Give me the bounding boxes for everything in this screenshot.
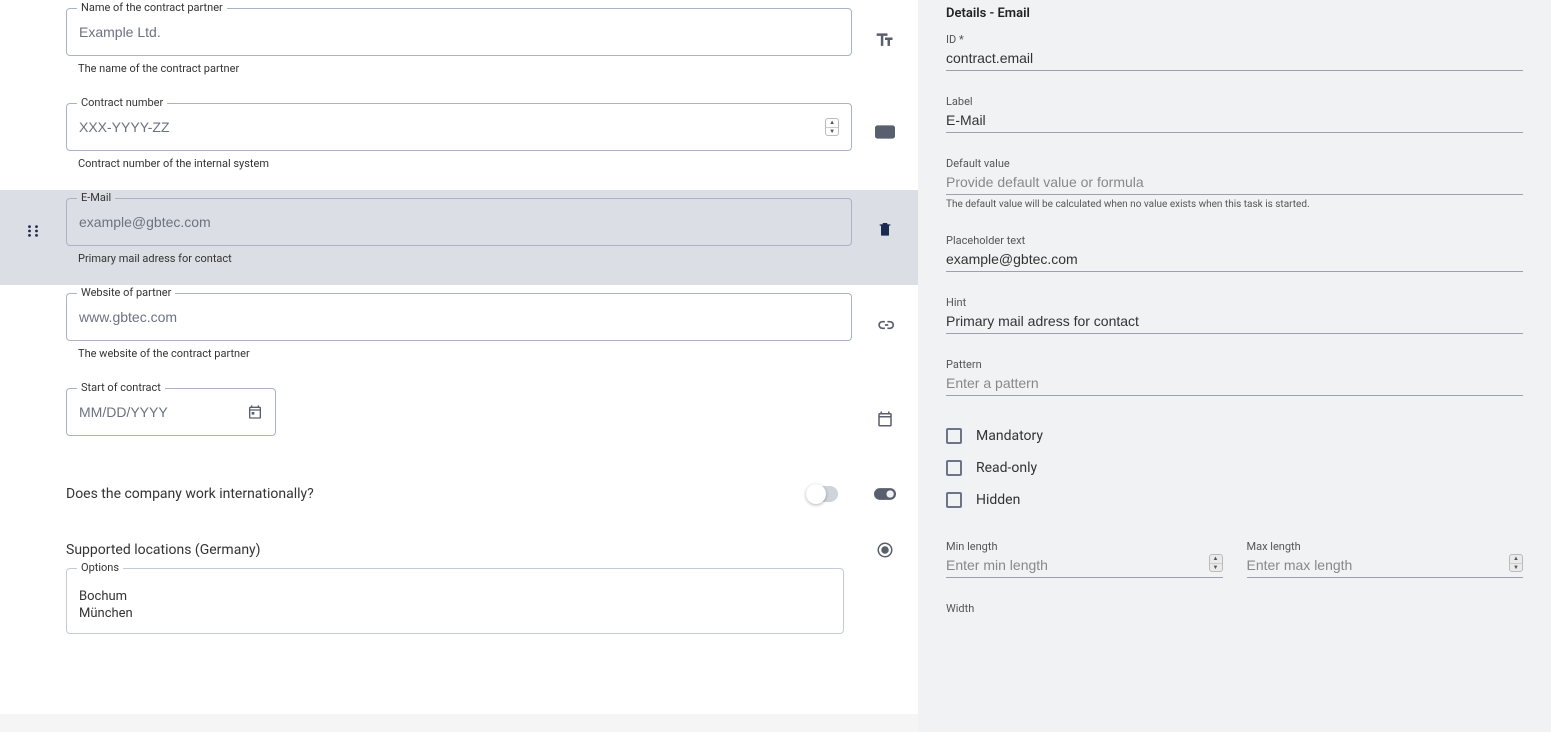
maxlength-spinner[interactable]: ▲▼ [1509, 554, 1523, 572]
number-spinner[interactable]: ▲▼ [825, 118, 839, 136]
label-input[interactable] [946, 108, 1523, 133]
email-input[interactable] [79, 214, 839, 230]
date-input[interactable] [79, 404, 247, 420]
field-hint: Contract number of the internal system [78, 157, 852, 170]
option-item: München [79, 606, 831, 623]
options-box[interactable]: Options Bochum München [66, 568, 844, 634]
details-panel: Details - Email ID * Label Default value… [918, 0, 1551, 732]
default-hint: The default value will be calculated whe… [946, 199, 1523, 210]
maxlength-input[interactable] [1247, 553, 1524, 578]
readonly-checkbox[interactable]: Read-only [946, 452, 1523, 484]
mandatory-checkbox[interactable]: Mandatory [946, 420, 1523, 452]
field-row-name[interactable]: Name of the contract partner The name of… [0, 0, 918, 95]
number-type-icon [875, 125, 895, 139]
link-type-icon [875, 315, 895, 335]
website-input[interactable] [79, 309, 839, 325]
details-title: Details - Email [946, 0, 1523, 33]
field-hint: Primary mail adress for contact [78, 252, 852, 265]
field-row-email[interactable]: E-Mail Primary mail adress for contact [0, 190, 918, 285]
contract-number-input[interactable] [79, 119, 825, 135]
minlength-input[interactable] [946, 553, 1223, 578]
id-input[interactable] [946, 46, 1523, 71]
field-label: Website of partner [77, 286, 175, 299]
radio-type-icon [876, 541, 894, 559]
id-label: ID * [946, 33, 1523, 46]
form-canvas: Name of the contract partner The name of… [0, 0, 918, 714]
hint-input[interactable] [946, 309, 1523, 334]
field-label: Name of the contract partner [77, 1, 227, 14]
minlength-spinner[interactable]: ▲▼ [1209, 554, 1223, 572]
label-label: Label [946, 95, 1523, 108]
default-input[interactable] [946, 170, 1523, 195]
text-type-icon [875, 30, 895, 50]
maxlength-label: Max length [1247, 540, 1524, 553]
field-label: E-Mail [77, 191, 115, 204]
question-text: Does the company work internationally? [66, 486, 806, 502]
locations-section-header: Supported locations (Germany) [0, 532, 852, 568]
options-label: Options [77, 561, 123, 574]
calendar-picker-icon[interactable] [247, 404, 263, 420]
placeholder-input[interactable] [946, 247, 1523, 272]
field-label: Contract number [77, 96, 167, 109]
pattern-label: Pattern [946, 358, 1523, 371]
width-label: Width [946, 602, 1523, 615]
field-hint: The name of the contract partner [78, 62, 852, 75]
field-row-international-question[interactable]: Does the company work internationally? [0, 456, 918, 532]
pattern-input[interactable] [946, 371, 1523, 396]
toggle-type-icon [874, 487, 896, 501]
hidden-checkbox[interactable]: Hidden [946, 484, 1523, 516]
drag-handle-icon[interactable] [26, 224, 40, 238]
international-toggle[interactable] [806, 486, 838, 502]
field-hint: The website of the contract partner [78, 347, 852, 360]
option-item: Bochum [79, 589, 831, 606]
date-type-icon [876, 410, 894, 428]
field-row-website[interactable]: Website of partner The website of the co… [0, 285, 918, 380]
hint-label: Hint [946, 296, 1523, 309]
field-row-start-date[interactable]: Start of contract [0, 380, 918, 456]
delete-icon[interactable] [877, 220, 893, 238]
field-row-contract-number[interactable]: Contract number ▲▼ Contract number of th… [0, 95, 918, 190]
minlength-label: Min length [946, 540, 1223, 553]
field-label: Start of contract [77, 381, 165, 394]
placeholder-label: Placeholder text [946, 234, 1523, 247]
name-input[interactable] [79, 24, 839, 40]
default-label: Default value [946, 157, 1523, 170]
